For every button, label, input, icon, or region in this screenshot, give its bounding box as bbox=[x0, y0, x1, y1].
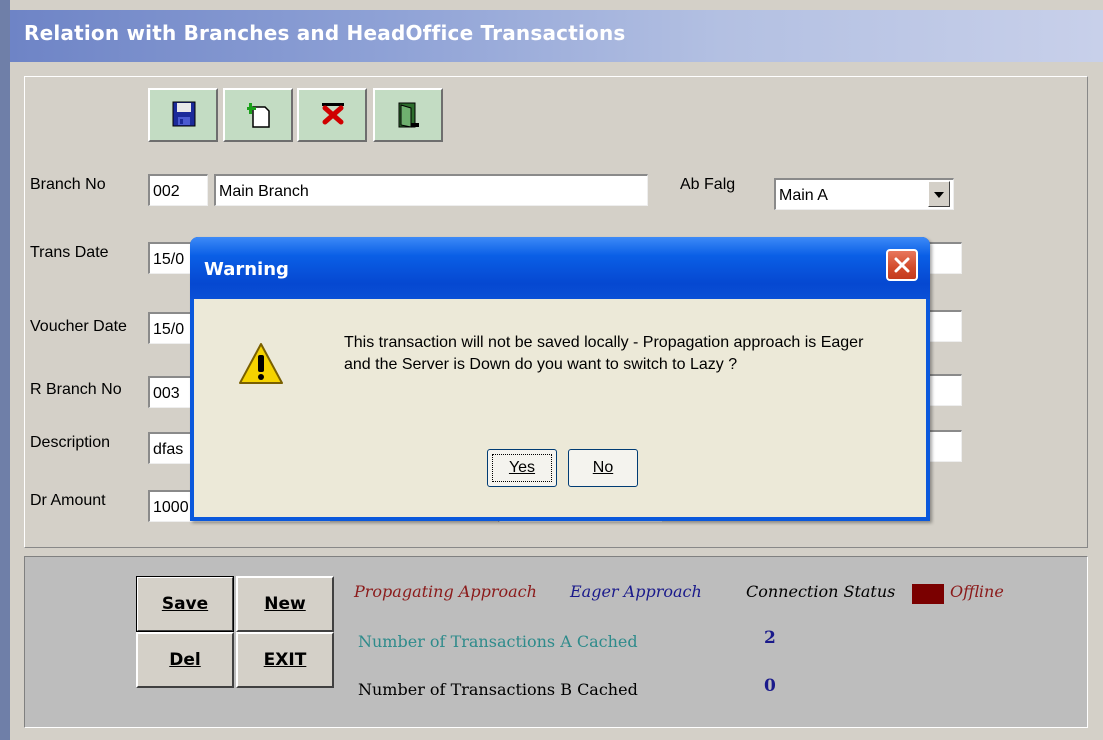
yes-button[interactable]: Yes bbox=[487, 449, 557, 487]
propagating-approach-label: Propagating Approach bbox=[354, 582, 537, 601]
cached-a-value: 2 bbox=[764, 628, 776, 648]
dialog-body: This transaction will not be saved local… bbox=[194, 299, 926, 517]
chevron-down-icon[interactable] bbox=[928, 181, 950, 207]
approach-value: Eager Approach bbox=[570, 582, 702, 601]
r-branch-no-label: R Branch No bbox=[30, 381, 122, 398]
close-button[interactable] bbox=[886, 249, 918, 281]
cached-b-label: Number of Transactions B Cached bbox=[358, 680, 638, 699]
voucher-date-label: Voucher Date bbox=[30, 318, 127, 335]
new-button-label: New bbox=[264, 594, 306, 614]
description-label: Description bbox=[30, 434, 111, 451]
exit-door-icon bbox=[398, 102, 419, 128]
toolbar-exit-button[interactable] bbox=[373, 88, 443, 142]
close-icon bbox=[894, 257, 910, 273]
window-left-edge bbox=[0, 0, 10, 740]
new-button[interactable]: New bbox=[236, 576, 334, 632]
app-window: Relation with Branches and HeadOffice Tr… bbox=[0, 0, 1103, 740]
cached-b-value: 0 bbox=[764, 676, 776, 696]
connection-status-label: Connection Status bbox=[746, 582, 896, 601]
no-button-label: No bbox=[592, 459, 614, 476]
toolbar-new-button[interactable] bbox=[223, 88, 293, 142]
delete-button-label: Del bbox=[169, 650, 201, 670]
branch-no-code-field[interactable]: 002 bbox=[148, 174, 208, 206]
trans-date-label: Trans Date bbox=[30, 244, 109, 261]
exit-button-label: EXIT bbox=[263, 650, 307, 670]
exit-button[interactable]: EXIT bbox=[236, 632, 334, 688]
toolbar-delete-button[interactable] bbox=[297, 88, 367, 142]
cached-a-label: Number of Transactions A Cached bbox=[358, 632, 638, 651]
delete-button[interactable]: Del bbox=[136, 632, 234, 688]
warning-dialog: Warning This transaction will not be sav… bbox=[190, 237, 930, 521]
ab-flag-select[interactable]: Main A bbox=[774, 178, 954, 210]
save-button-label: Save bbox=[161, 594, 209, 614]
warning-icon bbox=[239, 343, 283, 384]
dr-amount-label: Dr Amount bbox=[30, 492, 106, 509]
dialog-message: This transaction will not be saved local… bbox=[344, 334, 864, 373]
dialog-title: Warning bbox=[204, 259, 289, 280]
no-button[interactable]: No bbox=[568, 449, 638, 487]
window-title-bar[interactable]: Relation with Branches and HeadOffice Tr… bbox=[10, 10, 1103, 62]
floppy-disk-icon bbox=[172, 101, 196, 127]
branch-no-label: Branch No bbox=[30, 176, 106, 193]
dialog-title-bar[interactable]: Warning bbox=[190, 237, 930, 299]
window-title: Relation with Branches and HeadOffice Tr… bbox=[24, 21, 626, 45]
yes-button-label: Yes bbox=[508, 459, 536, 476]
ab-flag-label: Ab Falg bbox=[680, 176, 736, 193]
new-document-icon bbox=[247, 103, 270, 128]
toolbar-save-button[interactable] bbox=[148, 88, 218, 142]
delete-x-icon bbox=[322, 103, 344, 125]
branch-name-field[interactable]: Main Branch bbox=[214, 174, 648, 206]
connection-status-indicator bbox=[912, 584, 944, 604]
connection-status-value: Offline bbox=[950, 582, 1004, 601]
save-button[interactable]: Save bbox=[136, 576, 234, 632]
